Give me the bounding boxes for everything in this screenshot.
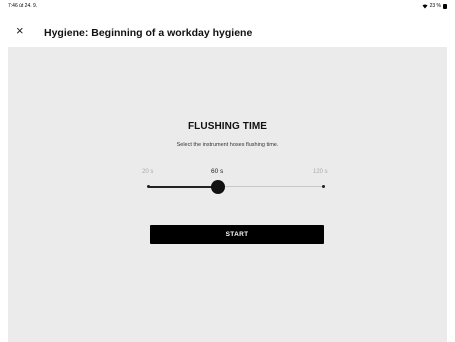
battery-icon [443, 3, 447, 9]
flushing-time-slider[interactable] [147, 180, 325, 194]
status-date: út 24. 9. [19, 3, 38, 9]
status-bar: 7:46 út 24. 9. 23 % [0, 0, 455, 12]
slider-end-dot [322, 185, 325, 188]
panel-title: FLUSHING TIME [187, 121, 268, 132]
slider-value-label: 60 s [211, 168, 224, 175]
battery-percent: 23 % [429, 3, 441, 9]
status-clock: 7:46 [8, 3, 18, 9]
slider-fill [148, 186, 219, 188]
page-title: Hygiene: Beginning of a workday hygiene [44, 27, 253, 39]
wifi-icon [422, 4, 428, 8]
header: × Hygiene: Beginning of a workday hygien… [0, 12, 455, 47]
main-panel: FLUSHING TIME Select the instrument hose… [8, 47, 447, 342]
status-right: 23 % [422, 3, 447, 9]
close-icon[interactable]: × [16, 24, 28, 37]
start-button[interactable]: START [150, 225, 324, 244]
slider-start-dot [147, 185, 150, 188]
status-time: 7:46 út 24. 9. [8, 3, 37, 9]
slider-thumb[interactable] [211, 180, 226, 194]
slider-min-label: 20 s [142, 169, 154, 175]
panel-subtitle: Select the instrument hoses flushing tim… [176, 142, 279, 148]
slider-max-label: 120 s [313, 169, 328, 175]
